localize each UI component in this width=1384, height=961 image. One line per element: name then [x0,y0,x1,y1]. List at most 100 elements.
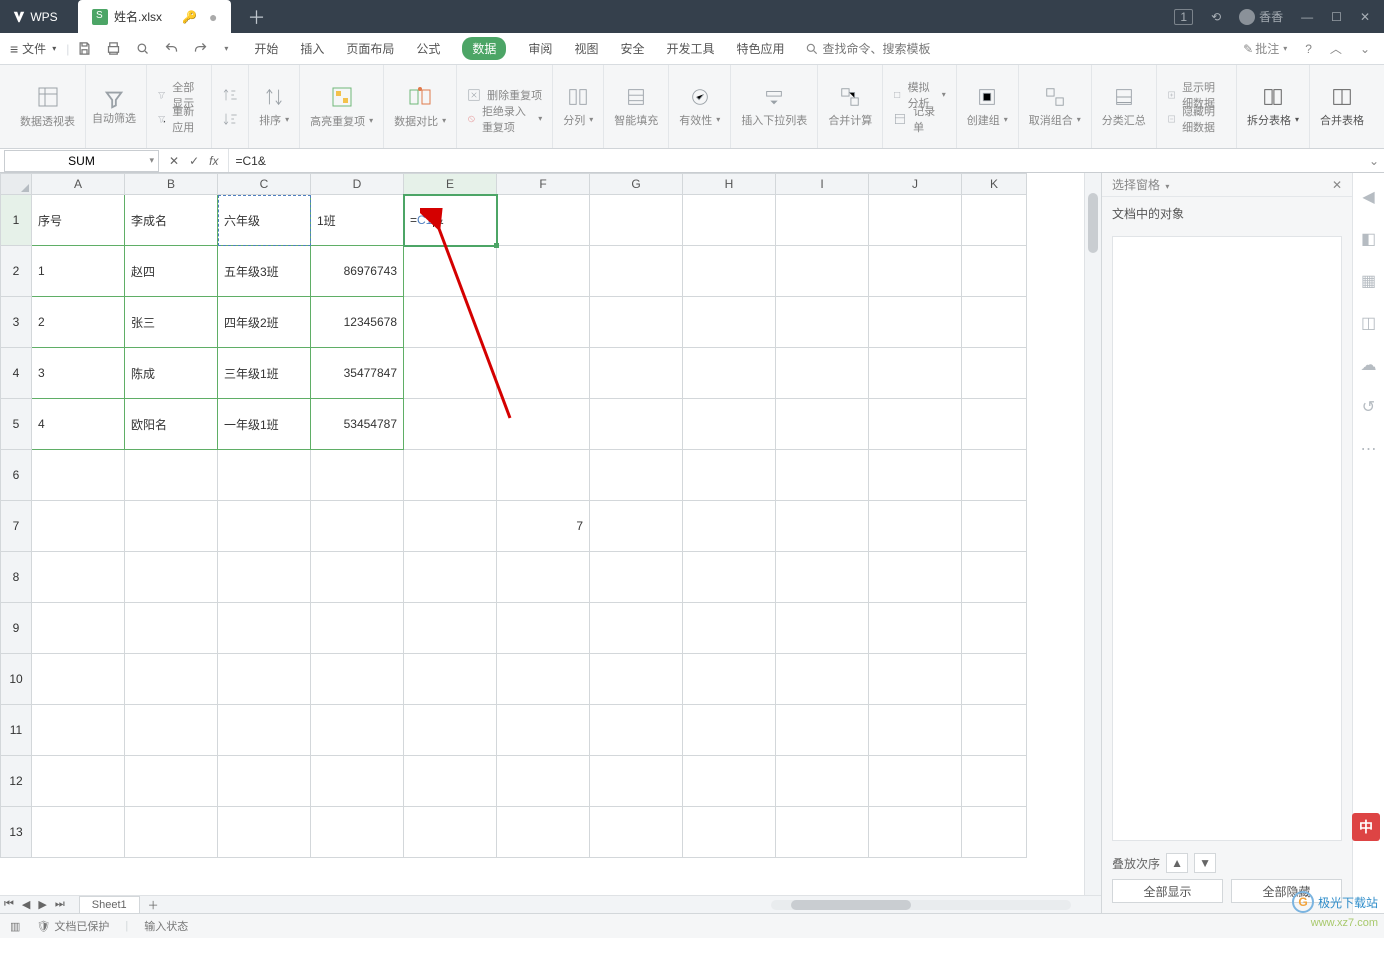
cell-A4[interactable]: 3 [32,348,125,399]
cell-B4[interactable]: 陈成 [125,348,218,399]
workspace-badge[interactable]: 1 [1174,9,1193,25]
cell-J3[interactable] [869,297,962,348]
cell-D3[interactable]: 12345678 [311,297,404,348]
group-create-button[interactable]: 创建组▾ [957,65,1019,148]
row-header-5[interactable]: 5 [1,399,32,450]
minimize-icon[interactable]: — [1301,10,1313,24]
row-header-9[interactable]: 9 [1,603,32,654]
send-backward-button[interactable]: ▼ [1194,853,1216,873]
group-ungroup-button[interactable]: 取消组合▾ [1019,65,1092,148]
cell-F2[interactable] [497,246,590,297]
cell-E2[interactable] [404,246,497,297]
undo-icon[interactable] [164,41,179,56]
cell-E4[interactable] [404,348,497,399]
col-header-B[interactable]: B [125,174,218,195]
flash-fill-button[interactable]: 智能填充 [604,65,669,148]
sheet-nav-prev[interactable]: ◀ [18,898,34,911]
pivot-table-button[interactable]: 数据透视表 [10,65,86,148]
spreadsheet-grid[interactable]: A B C D E F G H I J K 1 序号 李成名 六年级 [0,173,1101,895]
cell-H5[interactable] [683,399,776,450]
row-header-13[interactable]: 13 [1,807,32,858]
side-analyze-icon[interactable]: ◫ [1361,313,1376,333]
side-backup-icon[interactable]: ☁ [1361,355,1377,375]
key-icon[interactable]: 🔑 [182,10,197,24]
row-header-1[interactable]: 1 [1,195,32,246]
reapply-button[interactable]: 重新应用 [157,108,201,130]
tab-view[interactable]: 视图 [574,40,598,57]
cell-F5[interactable] [497,399,590,450]
side-select-icon[interactable]: ◧ [1361,229,1376,249]
row-header-3[interactable]: 3 [1,297,32,348]
cell-B2[interactable]: 赵四 [125,246,218,297]
cell-G3[interactable] [590,297,683,348]
show-all-button[interactable]: 全部显示 [1112,879,1223,903]
doc-protect-status[interactable]: 🛡文档已保护 [36,918,109,934]
cell-H1[interactable] [683,195,776,246]
cell-C1[interactable]: 六年级 [218,195,311,246]
cell-D1[interactable]: 1班 [311,195,404,246]
col-header-K[interactable]: K [962,174,1027,195]
cell-D4[interactable]: 35477847 [311,348,404,399]
sort-asc-button[interactable] [222,84,238,106]
cell-G4[interactable] [590,348,683,399]
tab-review[interactable]: 审阅 [528,40,552,57]
cell-C3[interactable]: 四年级2班 [218,297,311,348]
cell-A2[interactable]: 1 [32,246,125,297]
help-icon[interactable]: ? [1305,42,1312,56]
consolidate-button[interactable]: 合并计算 [818,65,883,148]
sort-button[interactable]: 排序▾ [249,65,300,148]
ribbon-menu-icon[interactable]: ⌄ [1360,42,1370,56]
col-header-D[interactable]: D [311,174,404,195]
record-form-button[interactable]: 记录单 [893,108,945,130]
cell-C2[interactable]: 五年级3班 [218,246,311,297]
confirm-icon[interactable]: ✓ [189,154,199,168]
qat-dropdown[interactable]: ▾ [224,44,228,53]
cell-K5[interactable] [962,399,1027,450]
tab-special[interactable]: 特色应用 [736,40,784,57]
cell-F1[interactable] [497,195,590,246]
side-property-icon[interactable]: ▦ [1361,271,1376,291]
subtotal-button[interactable]: 分类汇总 [1092,65,1157,148]
sync-icon[interactable]: ⟲ [1211,10,1221,24]
annotate-button[interactable]: ✎批注▾ [1243,40,1287,57]
highlight-dup-button[interactable]: 高亮重复项▾ [300,65,384,148]
text-to-columns-button[interactable]: 分列▾ [553,65,604,148]
cell-F3[interactable] [497,297,590,348]
document-tab[interactable]: 姓名.xlsx 🔑 ● [78,0,231,33]
split-table-button[interactable]: 拆分表格▾ [1237,65,1310,148]
cell-J1[interactable] [869,195,962,246]
reject-dup-button[interactable]: 拒绝录入重复项▾ [467,108,542,130]
fx-icon[interactable]: fx [209,154,218,168]
cell-K1[interactable] [962,195,1027,246]
autofilter-button[interactable]: 自动筛选 [92,88,136,126]
print-preview-icon[interactable] [135,41,150,56]
cancel-icon[interactable]: ✕ [169,154,179,168]
cell-E3[interactable] [404,297,497,348]
sheet-nav-last[interactable]: ⏭ [51,898,69,911]
sort-desc-button[interactable] [222,108,238,130]
cell-D5[interactable]: 53454787 [311,399,404,450]
cell-A5[interactable]: 4 [32,399,125,450]
sheet-nav-first[interactable]: ⏮ [0,898,18,911]
row-header-2[interactable]: 2 [1,246,32,297]
data-compare-button[interactable]: 数据对比▾ [384,65,457,148]
ime-badge[interactable]: 中 [1352,813,1380,841]
vertical-scrollbar[interactable] [1084,173,1101,895]
cell-G1[interactable] [590,195,683,246]
cell-I5[interactable] [776,399,869,450]
row-header-6[interactable]: 6 [1,450,32,501]
cell-I4[interactable] [776,348,869,399]
maximize-icon[interactable]: ☐ [1331,10,1342,24]
cell-I2[interactable] [776,246,869,297]
file-menu[interactable]: ≡ 文件 ▾ [0,40,66,57]
tab-pagelayout[interactable]: 页面布局 [346,40,394,57]
col-header-C[interactable]: C [218,174,311,195]
redo-icon[interactable] [193,41,208,56]
cell-H4[interactable] [683,348,776,399]
tab-start[interactable]: 开始 [254,40,278,57]
col-header-I[interactable]: I [776,174,869,195]
col-header-J[interactable]: J [869,174,962,195]
cell-C4[interactable]: 三年级1班 [218,348,311,399]
cell-J5[interactable] [869,399,962,450]
col-header-G[interactable]: G [590,174,683,195]
